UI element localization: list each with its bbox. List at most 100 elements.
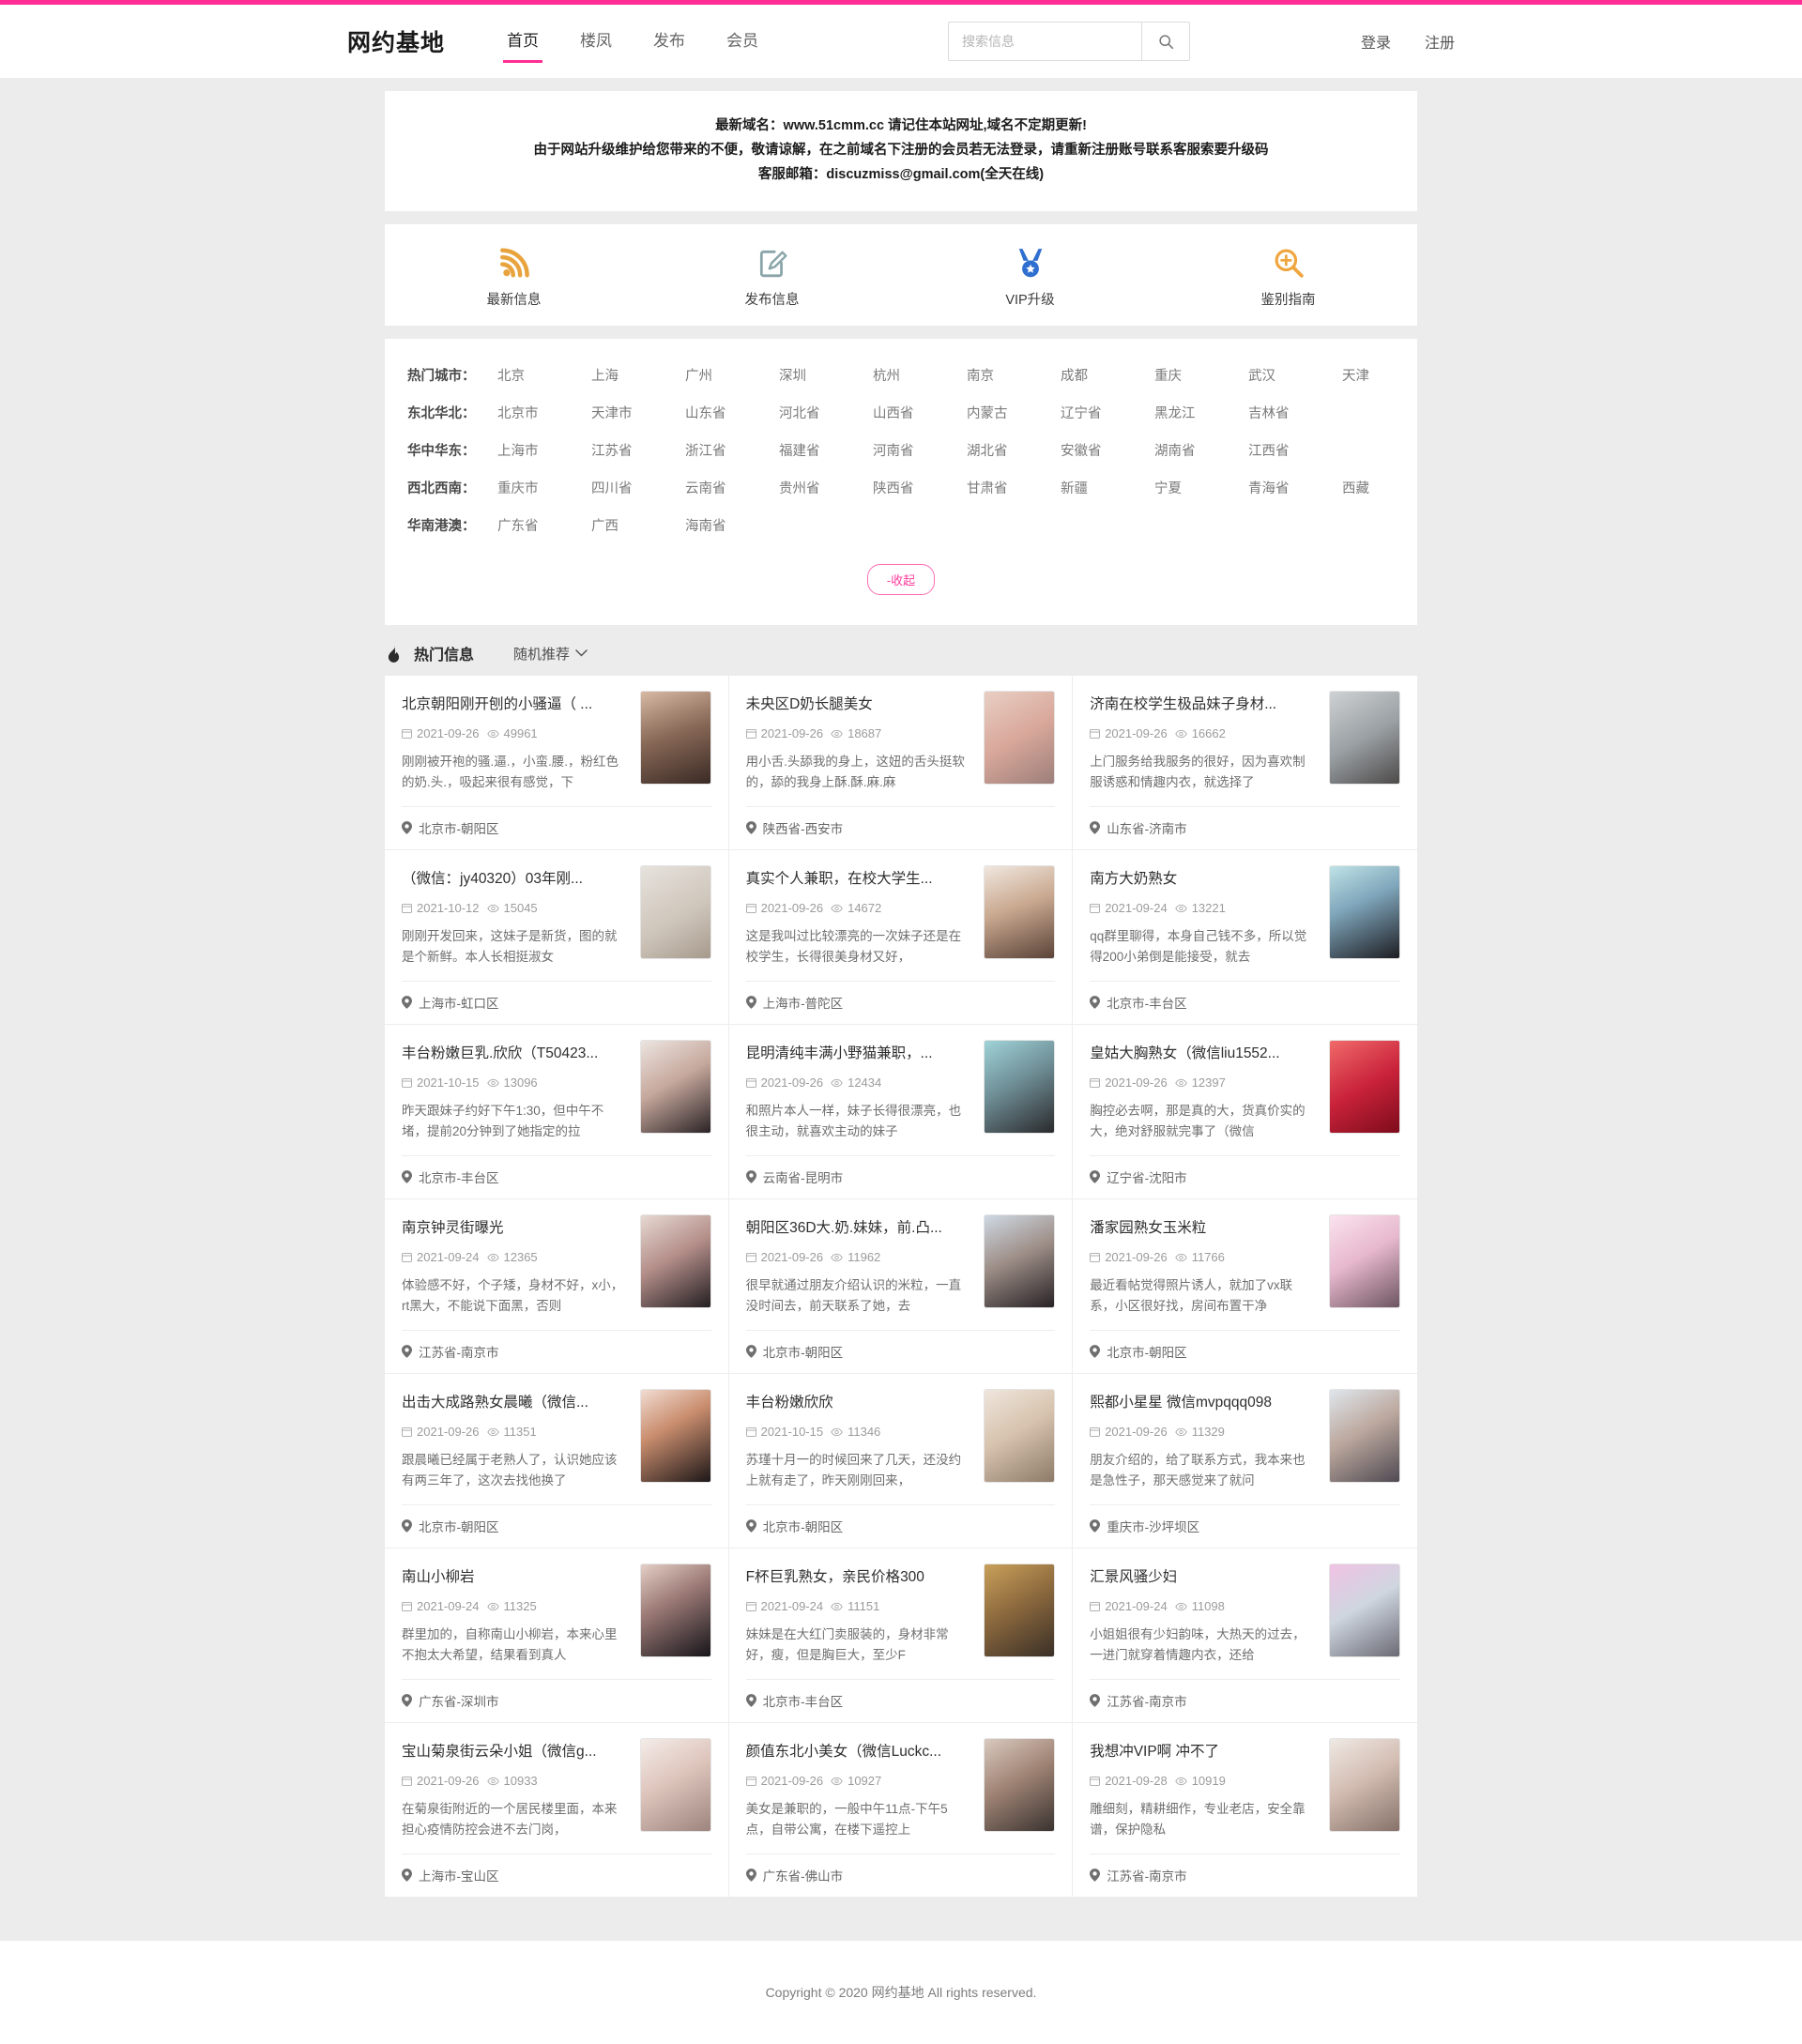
city-link[interactable]: 黑龙江 [1154,403,1248,422]
info-card[interactable]: 丰台粉嫩欣欣 2021-10-15 11346 苏瑾十月一的时候回来了几天，还没约上就… [728,1374,1074,1548]
city-link[interactable]: 西藏 [1342,478,1436,497]
register-link[interactable]: 注册 [1425,30,1455,53]
city-link[interactable]: 山西省 [873,403,967,422]
city-link[interactable]: 浙江省 [685,440,779,460]
card-title[interactable]: 北京朝阳刚开刨的小骚逼（ ... [402,694,629,715]
info-card[interactable]: 我想冲VIP啊 冲不了 2021-09-28 10919 雕细刻，精耕细作，专业老店，… [1073,1723,1417,1898]
card-thumbnail[interactable] [1328,865,1400,959]
login-link[interactable]: 登录 [1361,30,1391,53]
card-thumbnail[interactable] [1328,691,1400,785]
card-thumbnail[interactable] [984,1389,1056,1483]
info-card[interactable]: 济南在校学生极品妹子身材... 2021-09-26 16662 上门服务给我服务的很… [1073,676,1417,850]
info-card[interactable]: 宝山菊泉街云朵小姐（微信g... 2021-09-26 10933 在菊泉街附近的一个… [385,1723,729,1898]
city-link[interactable]: 新疆 [1061,478,1154,497]
random-recommend-dropdown[interactable]: 随机推荐 [513,644,588,664]
city-link[interactable]: 上海 [591,365,685,385]
city-link[interactable]: 广州 [685,365,779,385]
card-title[interactable]: 朝阳区36D大.奶.妹妹，前.凸... [746,1218,973,1239]
card-title[interactable]: 南山小柳岩 [402,1567,629,1588]
city-link[interactable]: 四川省 [591,478,685,497]
card-title[interactable]: 南京钟灵街曝光 [402,1218,629,1239]
city-link[interactable]: 天津市 [591,403,685,422]
city-link[interactable]: 湖南省 [1154,440,1248,460]
card-thumbnail[interactable] [1328,1214,1400,1308]
card-title[interactable]: 熙都小星星 微信mvpqqq098 [1090,1393,1318,1413]
info-card[interactable]: 颜值东北小美女（微信Luckc... 2021-09-26 10927 美女是兼职的，… [728,1723,1074,1898]
city-link[interactable]: 江苏省 [591,440,685,460]
info-card[interactable]: 熙都小星星 微信mvpqqq098 2021-09-26 11329 朋友介绍的，给了… [1073,1374,1417,1548]
city-link[interactable]: 辽宁省 [1061,403,1154,422]
city-link[interactable]: 内蒙古 [967,403,1061,422]
city-link[interactable]: 南京 [967,365,1061,385]
card-thumbnail[interactable] [1328,1738,1400,1832]
info-card[interactable]: 南京钟灵街曝光 2021-09-24 12365 体验感不好，个子矮，身材不好，x小，… [385,1199,729,1374]
city-link[interactable]: 北京 [497,365,591,385]
city-link[interactable]: 湖北省 [967,440,1061,460]
quicknav-latest-info[interactable]: 最新信息 [385,247,643,309]
card-title[interactable]: 我想冲VIP啊 冲不了 [1090,1742,1318,1762]
card-thumbnail[interactable] [984,1214,1056,1308]
info-card[interactable]: 南山小柳岩 2021-09-24 11325 群里加的，自称南山小柳岩，本来心里不抱太… [385,1548,729,1723]
card-title[interactable]: 潘家园熟女玉米粒 [1090,1218,1318,1239]
search-button[interactable] [1141,22,1190,61]
card-title[interactable]: F杯巨乳熟女，亲民价格300 [746,1567,973,1588]
city-link[interactable]: 吉林省 [1248,403,1342,422]
city-link[interactable]: 北京市 [497,403,591,422]
info-card[interactable]: 丰台粉嫩巨乳.欣欣（T50423... 2021-10-15 13096 昨天跟妹子约… [385,1025,729,1199]
city-link[interactable]: 江西省 [1248,440,1342,460]
search-input[interactable] [948,22,1141,61]
card-thumbnail[interactable] [639,865,711,959]
card-title[interactable]: 宝山菊泉街云朵小姐（微信g... [402,1742,629,1762]
info-card[interactable]: 昆明清纯丰满小野猫兼职，... 2021-09-26 12434 和照片本人一样，妹子… [728,1025,1074,1199]
city-link[interactable]: 福建省 [779,440,873,460]
city-link[interactable]: 陕西省 [873,478,967,497]
nav-item-member[interactable]: 会员 [706,5,779,78]
info-card[interactable]: 南方大奶熟女 2021-09-24 13221 qq群里聊得，本身自己钱不多，所以觉得… [1073,850,1417,1025]
info-card[interactable]: （微信：jy40320）03年刚... 2021-10-12 15045 刚刚开发回来… [385,850,729,1025]
card-thumbnail[interactable] [984,691,1056,785]
info-card[interactable]: 朝阳区36D大.奶.妹妹，前.凸... 2021-09-26 11962 很早就通过朋… [728,1199,1074,1374]
city-link[interactable]: 云南省 [685,478,779,497]
quicknav-vip-upgrade[interactable]: VIP升级 [901,247,1159,309]
city-link[interactable]: 成都 [1061,365,1154,385]
card-title[interactable]: 出击大成路熟女晨曦（微信... [402,1393,629,1413]
city-link[interactable]: 安徽省 [1061,440,1154,460]
card-thumbnail[interactable] [1328,1389,1400,1483]
city-link[interactable]: 海南省 [685,515,779,535]
card-title[interactable]: 丰台粉嫩欣欣 [746,1393,973,1413]
city-link[interactable]: 甘肃省 [967,478,1061,497]
city-link[interactable]: 重庆 [1154,365,1248,385]
info-card[interactable]: 真实个人兼职，在校大学生... 2021-09-26 14672 这是我叫过比较漂亮的… [728,850,1074,1025]
card-thumbnail[interactable] [639,1214,711,1308]
city-link[interactable]: 深圳 [779,365,873,385]
city-link[interactable]: 河南省 [873,440,967,460]
city-link[interactable]: 青海省 [1248,478,1342,497]
nav-item-loufeng[interactable]: 楼凤 [559,5,633,78]
card-thumbnail[interactable] [639,1738,711,1832]
card-thumbnail[interactable] [984,1040,1056,1134]
card-title[interactable]: 汇景风骚少妇 [1090,1567,1318,1588]
info-card[interactable]: 北京朝阳刚开刨的小骚逼（ ... 2021-09-26 49961 刚刚被开袍的骚.逼… [385,676,729,850]
city-link[interactable]: 贵州省 [779,478,873,497]
quicknav-identify-guide[interactable]: 鉴别指南 [1159,247,1417,309]
city-link[interactable]: 山东省 [685,403,779,422]
city-link[interactable]: 广东省 [497,515,591,535]
city-link[interactable]: 重庆市 [497,478,591,497]
card-thumbnail[interactable] [984,1564,1056,1657]
nav-item-home[interactable]: 首页 [486,5,559,78]
info-card[interactable]: 汇景风骚少妇 2021-09-24 11098 小姐姐很有少妇韵味，大热天的过去，一进… [1073,1548,1417,1723]
site-logo[interactable]: 网约基地 [347,24,445,58]
card-title[interactable]: 真实个人兼职，在校大学生... [746,869,973,890]
card-thumbnail[interactable] [639,1040,711,1134]
card-title[interactable]: 南方大奶熟女 [1090,869,1318,890]
quicknav-publish-info[interactable]: 发布信息 [643,247,901,309]
card-thumbnail[interactable] [1328,1040,1400,1134]
card-title[interactable]: 昆明清纯丰满小野猫兼职，... [746,1044,973,1064]
card-title[interactable]: 颜值东北小美女（微信Luckc... [746,1742,973,1762]
card-thumbnail[interactable] [639,691,711,785]
card-thumbnail[interactable] [639,1389,711,1483]
card-title[interactable]: 皇姑大胸熟女（微信liu1552... [1090,1044,1318,1064]
card-title[interactable]: 丰台粉嫩巨乳.欣欣（T50423... [402,1044,629,1064]
card-title[interactable]: （微信：jy40320）03年刚... [402,869,629,890]
info-card[interactable]: 未央区D奶长腿美女 2021-09-26 18687 用小舌.头舔我的身上，这妞的舌头… [728,676,1074,850]
